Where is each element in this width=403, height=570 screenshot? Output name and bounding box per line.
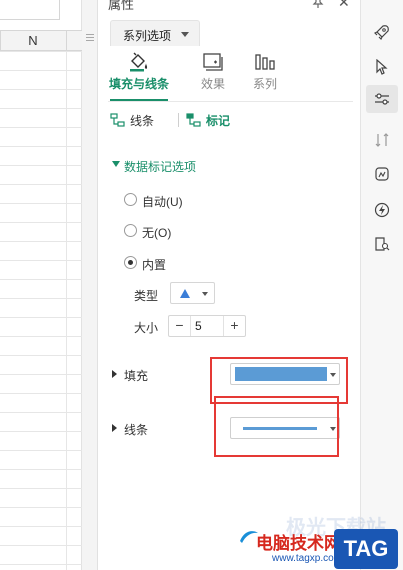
- spreadsheet-area: N: [0, 0, 82, 570]
- marker-size-stepper[interactable]: − 5 +: [168, 315, 246, 337]
- subtab-marker[interactable]: 标记: [186, 110, 246, 130]
- radio-circle: [124, 224, 137, 237]
- chevron-down-icon: [202, 292, 208, 296]
- effects-icon: [203, 53, 223, 71]
- marker-type-select[interactable]: [170, 282, 215, 304]
- subtab-line-label: 线条: [130, 114, 155, 128]
- book-search-icon[interactable]: [370, 232, 394, 256]
- swap-icon[interactable]: [370, 128, 394, 152]
- series-options-dropdown[interactable]: 系列选项: [110, 20, 200, 46]
- shape-edit-icon[interactable]: [370, 162, 394, 186]
- radio-auto[interactable]: 自动(U): [124, 192, 244, 209]
- line-section[interactable]: 线条: [112, 421, 172, 437]
- fill-section[interactable]: 填充: [112, 367, 172, 383]
- watermark-site-text: 电脑技术网: [256, 534, 341, 553]
- decrement-button[interactable]: −: [169, 316, 191, 336]
- panel-title: 属性: [108, 0, 135, 12]
- tab-fill-and-line[interactable]: 填充与线条: [102, 46, 176, 101]
- pin-icon[interactable]: [312, 0, 324, 8]
- panel-splitter[interactable]: [82, 0, 98, 570]
- radio-none[interactable]: 无(O): [124, 223, 244, 240]
- cell-grid[interactable]: [0, 51, 82, 570]
- panel-tabs: 填充与线条 效果 系列: [98, 46, 360, 102]
- watermark-tag-badge: TAG: [334, 529, 398, 569]
- name-box[interactable]: [0, 0, 60, 20]
- paint-bucket-icon: [130, 52, 148, 72]
- column-header-row: N: [0, 30, 82, 51]
- collapse-triangle-icon: [112, 370, 117, 378]
- marker-icon: [186, 113, 201, 127]
- size-label: 大小: [134, 321, 159, 335]
- chevron-down-icon: [181, 32, 189, 37]
- watermark-url: www.tagxp.com: [272, 553, 343, 564]
- marker-options-title: 数据标记选项: [124, 160, 197, 174]
- line-style-icon: [110, 113, 125, 127]
- bolt-icon[interactable]: [370, 198, 394, 222]
- subtab-marker-label: 标记: [206, 114, 231, 128]
- formula-strip: [0, 0, 82, 30]
- subtab-line[interactable]: 线条: [110, 110, 170, 130]
- radio-circle-checked: [124, 256, 137, 269]
- close-icon[interactable]: ✕: [338, 0, 350, 11]
- right-icon-bar: [360, 0, 403, 570]
- series-options-label: 系列选项: [123, 29, 172, 43]
- bar-chart-icon: [255, 54, 275, 70]
- increment-button[interactable]: +: [223, 316, 245, 336]
- tab-fill-and-line-label: 填充与线条: [108, 77, 169, 91]
- property-panel: 属性 ✕ 系列选项 填充与线条 效果 系列 线条 标记 数据标记选项 自动(U)…: [98, 0, 360, 570]
- line-label: 线条: [124, 423, 149, 437]
- highlight-box-line: [214, 396, 339, 457]
- radio-builtin[interactable]: 内置: [124, 255, 244, 272]
- sliders-icon[interactable]: [366, 85, 398, 113]
- tab-series[interactable]: 系列: [230, 46, 300, 100]
- watermark: 极光下载站 电脑技术网 www.tagxp.com TAG: [238, 505, 403, 570]
- type-label: 类型: [134, 289, 159, 303]
- marker-size-value[interactable]: 5: [195, 319, 202, 333]
- expand-triangle-icon: [112, 161, 120, 167]
- tab-series-label: 系列: [252, 77, 277, 91]
- collapse-triangle-icon: [112, 424, 117, 432]
- column-header-n[interactable]: N: [0, 33, 66, 48]
- cursor-icon[interactable]: [370, 55, 394, 79]
- fill-label: 填充: [124, 369, 149, 383]
- rocket-icon[interactable]: [370, 20, 394, 44]
- radio-circle: [124, 193, 137, 206]
- triangle-marker-icon: [180, 289, 190, 298]
